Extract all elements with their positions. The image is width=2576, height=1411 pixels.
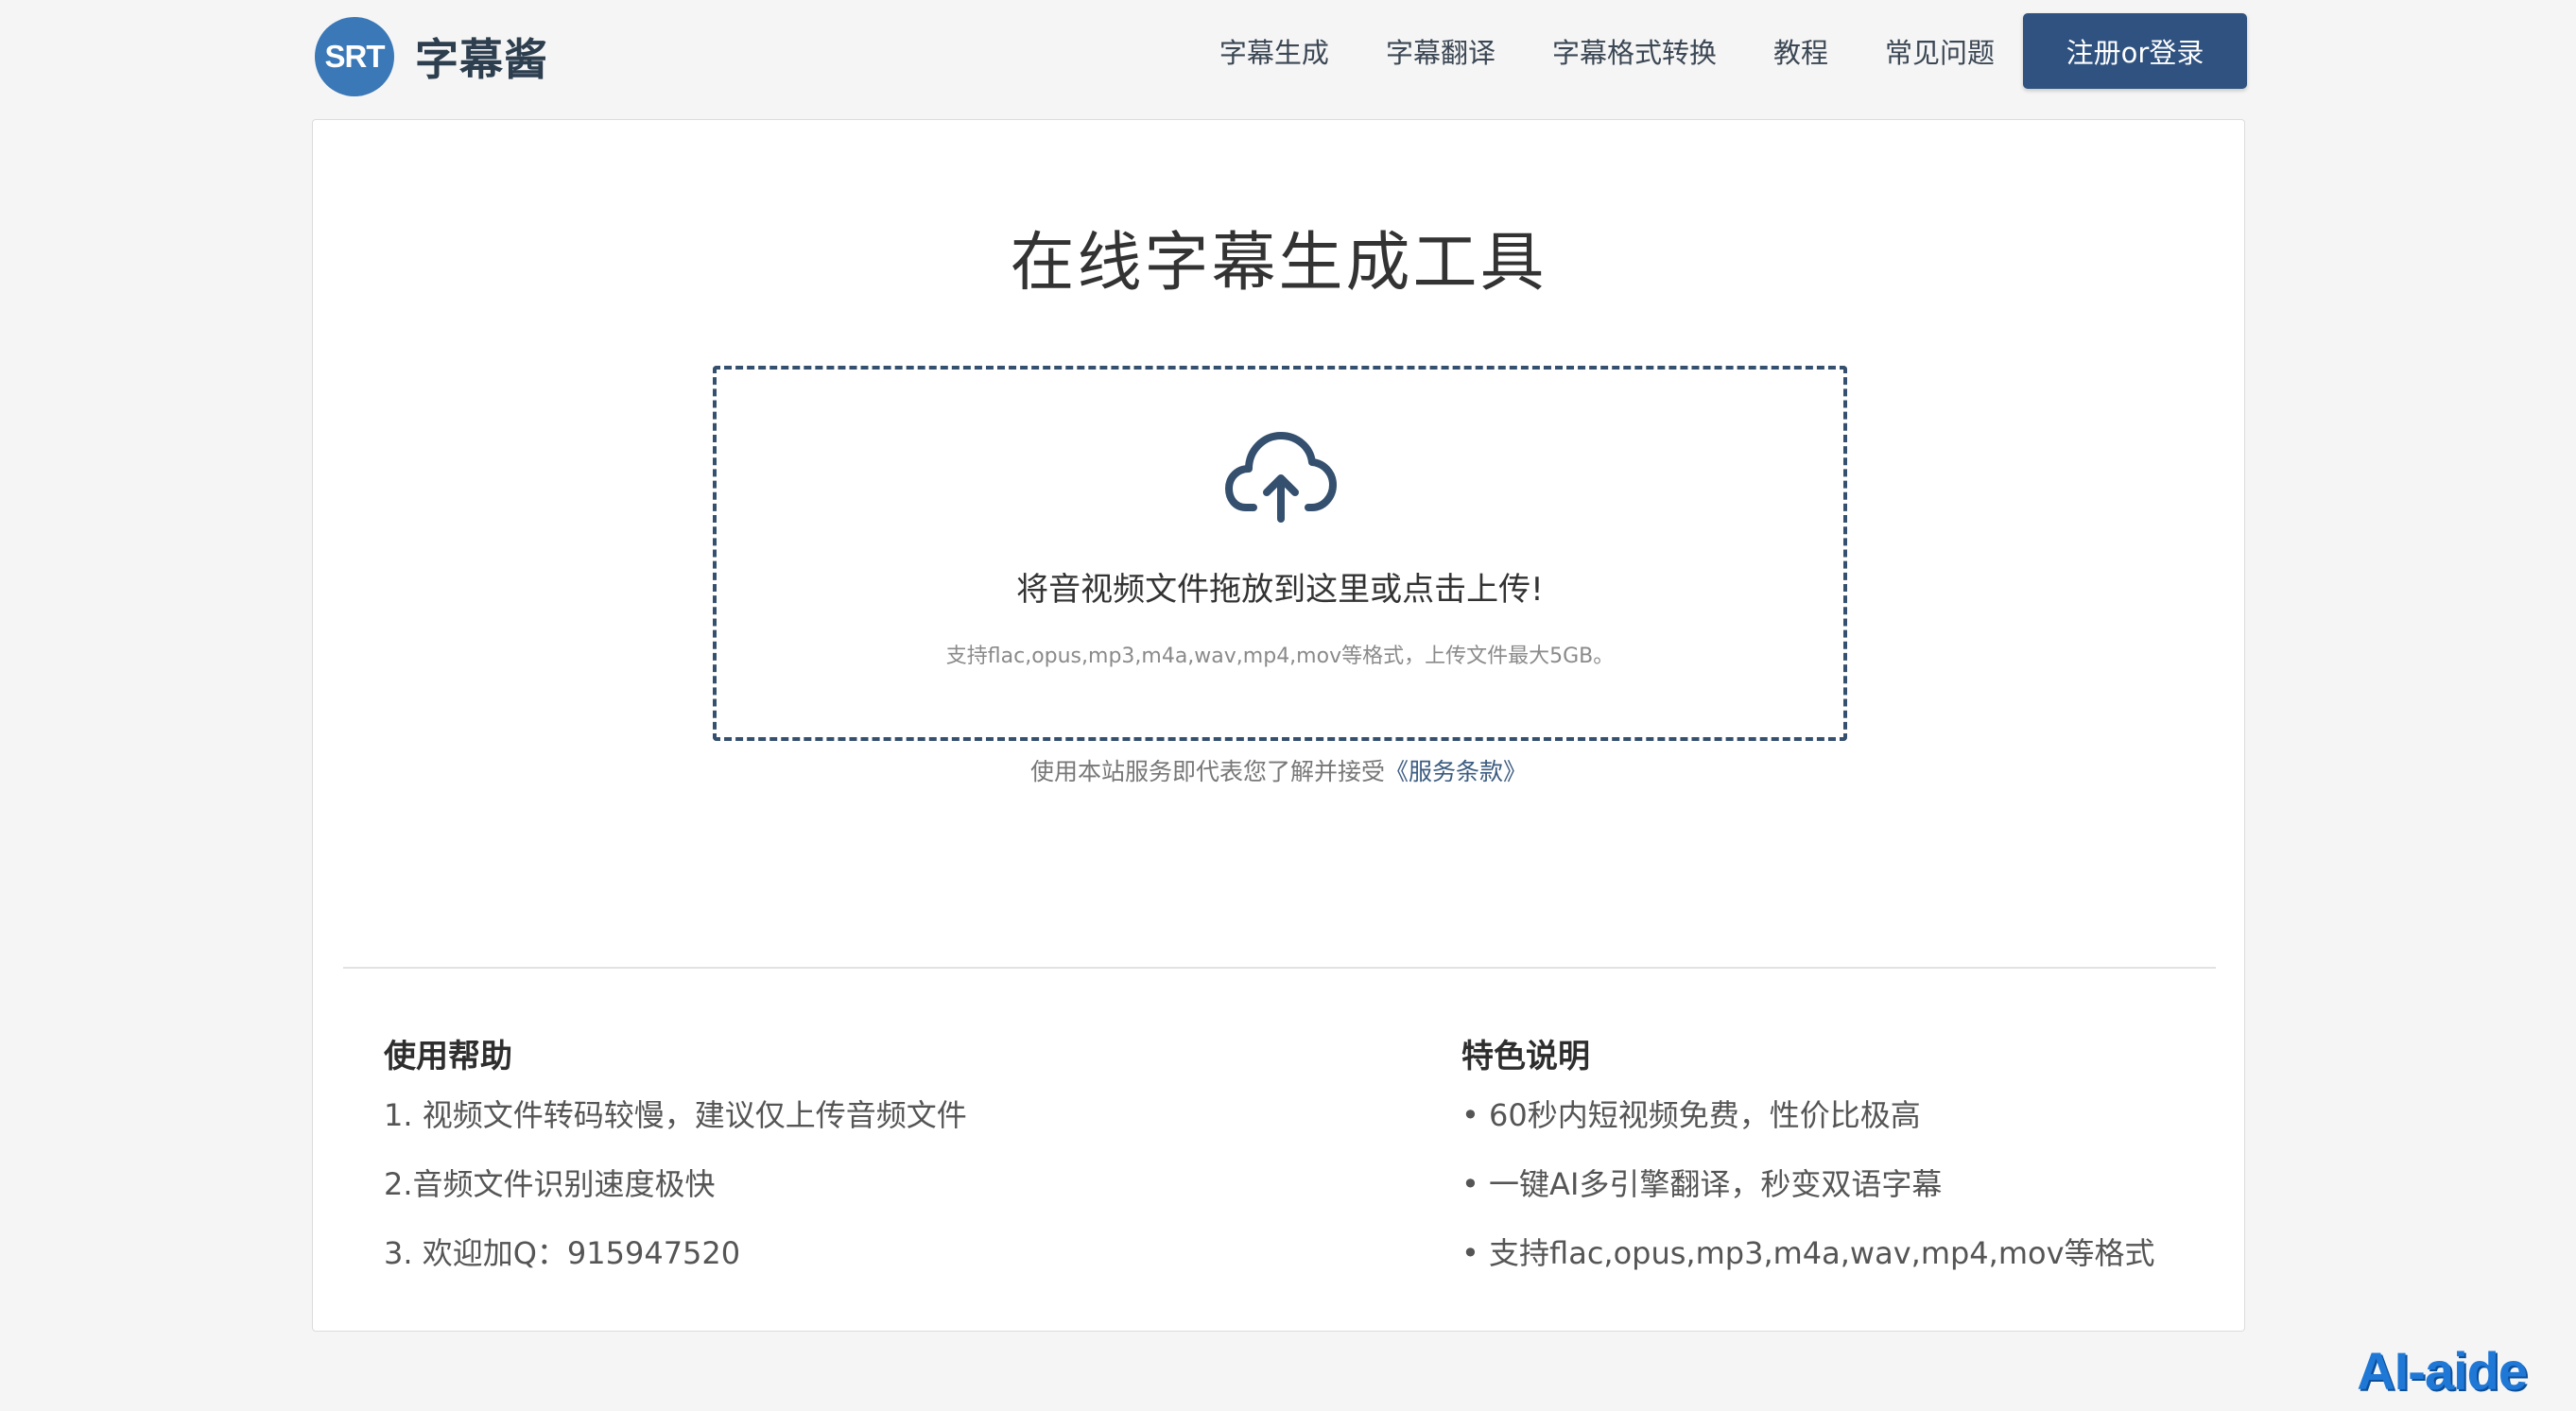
upload-formats-note: 支持flac,opus,mp3,m4a,wav,mp4,mov等格式，上传文件最… (945, 645, 1615, 668)
cloud-upload-icon (1225, 432, 1337, 523)
features-section: 特色说明 • 60秒内短视频免费，性价比极高 • 一键AI多引擎翻译，秒变双语字… (1461, 1033, 2155, 1277)
site-logo[interactable]: SRT 字幕酱 (315, 11, 548, 102)
feature-item: • 一键AI多引擎翻译，秒变双语字幕 (1461, 1166, 1943, 1202)
help-item: 2.音频文件识别速度极快 (384, 1166, 716, 1202)
main-card: 在线字幕生成工具 将音视频文件拖放到这里或点击上传! 支持flac,opus,m… (312, 119, 2245, 1332)
site-header: SRT 字幕酱 字幕生成 字幕翻译 字幕格式转换 教程 常见问题 注册or登录 (312, 11, 2247, 102)
nav-faq[interactable]: 常见问题 (1885, 31, 1995, 71)
nav-format-convert[interactable]: 字幕格式转换 (1552, 31, 1717, 71)
terms-text: 使用本站服务即代表您了解并接受 (1029, 758, 1385, 785)
nav-subtitle-translate[interactable]: 字幕翻译 (1386, 31, 1495, 71)
watermark-logo: AI-aide (2357, 1341, 2528, 1401)
logo-name: 字幕酱 (415, 34, 548, 85)
help-item: 3. 欢迎加Q：915947520 (384, 1235, 741, 1271)
terms-of-service-link[interactable]: 《服务条款》 (1385, 758, 1527, 785)
upload-prompt: 将音视频文件拖放到这里或点击上传! (1016, 571, 1544, 609)
nav-tutorial[interactable]: 教程 (1773, 31, 1828, 71)
divider (343, 967, 2216, 969)
help-item: 1. 视频文件转码较慢，建议仅上传音频文件 (384, 1097, 967, 1133)
page-title: 在线字幕生成工具 (1010, 226, 1547, 301)
feature-item: • 60秒内短视频免费，性价比极高 (1461, 1097, 1921, 1133)
help-section: 使用帮助 1. 视频文件转码较慢，建议仅上传音频文件 2.音频文件识别速度极快 … (384, 1033, 967, 1277)
feature-item: • 支持flac,opus,mp3,m4a,wav,mp4,mov等格式 (1461, 1235, 2155, 1271)
terms-notice: 使用本站服务即代表您了解并接受《服务条款》 (313, 753, 2244, 787)
logo-badge: SRT (315, 17, 394, 96)
register-login-button[interactable]: 注册or登录 (2023, 13, 2247, 89)
main-nav: 字幕生成 字幕翻译 字幕格式转换 教程 常见问题 注册or登录 (1219, 13, 2247, 89)
help-title: 使用帮助 (384, 1038, 512, 1075)
upload-dropzone[interactable]: 将音视频文件拖放到这里或点击上传! 支持flac,opus,mp3,m4a,wa… (713, 366, 1847, 741)
features-title: 特色说明 (1461, 1038, 1590, 1075)
nav-subtitle-generate[interactable]: 字幕生成 (1219, 31, 1329, 71)
